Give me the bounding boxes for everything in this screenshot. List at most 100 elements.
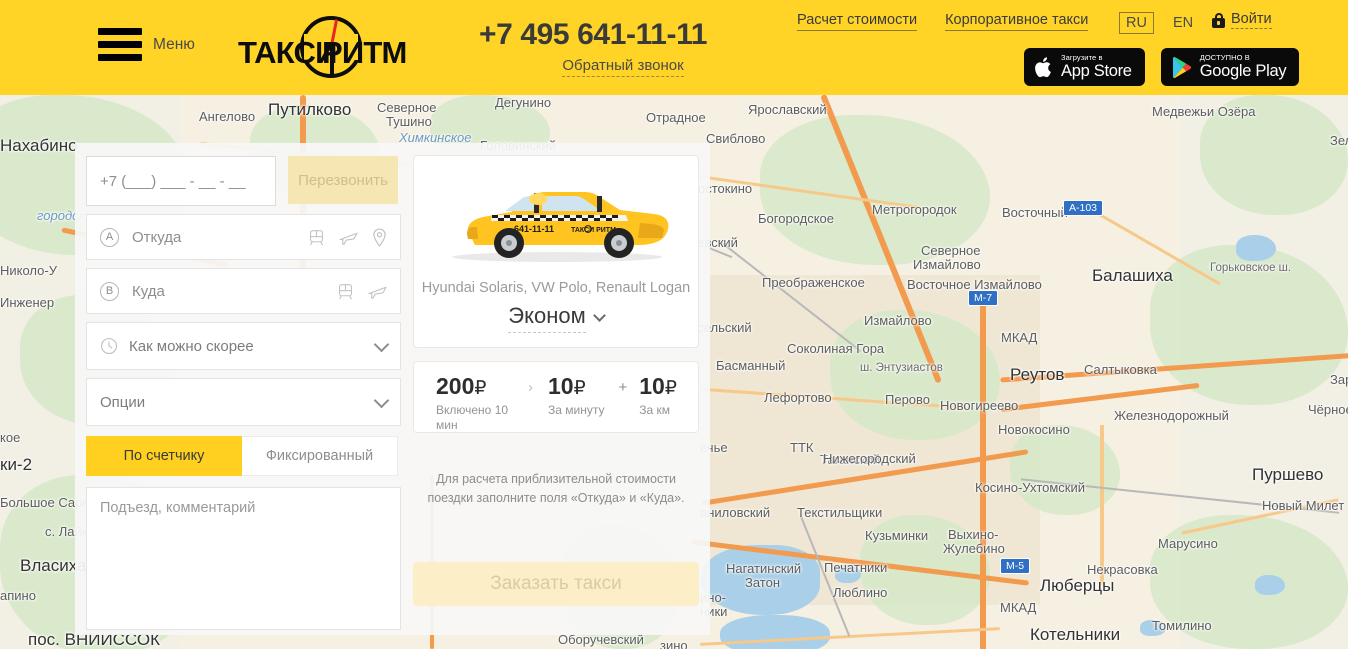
google-play-small-label: ДОСТУПНО В [1199, 53, 1250, 63]
map-label: A-103 [1063, 200, 1104, 216]
price-sep-1: › [528, 379, 533, 396]
car-class-selector[interactable]: Эконом [414, 303, 698, 333]
map-label: Ярославский [748, 102, 827, 117]
map-water-lake-2 [1255, 575, 1285, 595]
login-button[interactable]: Войти [1212, 11, 1272, 29]
options-select-value: Опции [100, 393, 146, 411]
app-store-badges: Загрузите в App Store ДОСТУПНО В Google … [1024, 48, 1300, 86]
app-store-large-label: App Store [1061, 62, 1132, 81]
from-placeholder: Откуда [132, 228, 182, 246]
time-select-value: Как можно скорее [129, 337, 254, 355]
map-label: Николо-У [0, 263, 57, 278]
map-label: ки-2 [0, 455, 33, 474]
car-info-column: 641-11-11 ТАКСИ РИТМ Hyundai Solaris, VW… [413, 155, 699, 606]
lang-ru[interactable]: RU [1119, 12, 1154, 34]
map-label: Преображенское [762, 275, 865, 290]
map-label: Кузьминки [865, 528, 929, 543]
phone-callback-row: +7 (___) ___ - __ - __ Перезвонить [86, 156, 401, 206]
price-calc-link[interactable]: Расчет стоимости [797, 12, 918, 31]
language-switcher: RU EN [1119, 12, 1199, 34]
map-label: ш. Энтузиастов [860, 362, 943, 374]
phone-input[interactable]: +7 (___) ___ - __ - __ [86, 156, 276, 206]
price-item-minute: 10₽ За минуту [548, 375, 604, 418]
map-water-lake-1 [1236, 235, 1276, 261]
header-phone[interactable]: +7 495 641-11-11 [473, 18, 713, 52]
car-models: Hyundai Solaris, VW Polo, Renault Logan [421, 280, 691, 296]
map-label: Медвежьи Озёра [1152, 104, 1256, 119]
map-label: Свиблово [706, 131, 766, 146]
hamburger-icon [98, 28, 142, 61]
order-taxi-button[interactable]: Заказать такси [413, 561, 699, 606]
map-label: зино [660, 638, 688, 649]
map-label: Новогиреево [940, 398, 1019, 413]
price-base-label: Включено 10 мин [436, 403, 509, 432]
car-card: 641-11-11 ТАКСИ РИТМ Hyundai Solaris, VW… [413, 155, 699, 348]
chevron-down-icon [373, 392, 390, 408]
map-label: Новый Милет [1262, 498, 1345, 513]
map-label: Нагатинский [726, 561, 802, 576]
map-label: Балашиха [1092, 266, 1173, 285]
lang-en[interactable]: EN [1167, 13, 1199, 33]
options-select[interactable]: Опции [86, 378, 401, 426]
plane-icon[interactable] [368, 283, 387, 300]
to-placeholder: Куда [132, 282, 165, 300]
order-panel: +7 (___) ___ - __ - __ Перезвонить A Отк… [75, 143, 710, 635]
header-links: Расчет стоимости Корпоративное такси [797, 12, 1089, 31]
map-label: Зар [1330, 372, 1348, 387]
google-play-large-label: Google Play [1199, 62, 1287, 81]
logo[interactable]: ТАКСИ РИТМ [238, 16, 418, 78]
callback-link[interactable]: Обратный звонок [562, 57, 684, 77]
google-play-button[interactable]: ДОСТУПНО В Google Play [1160, 48, 1300, 86]
tariff-tabs: По счетчику Фиксированный [86, 436, 401, 476]
price-item-base: 200₽ Включено 10 мин [436, 375, 514, 433]
map-label: Чёрное [1308, 402, 1348, 417]
calc-hint: Для расчета приблизительной стоимости по… [427, 472, 685, 506]
map-road-6 [1100, 425, 1104, 585]
app-store-button[interactable]: Загрузите в App Store [1024, 48, 1145, 86]
tab-by-meter[interactable]: По счетчику [86, 436, 242, 476]
to-field[interactable]: B Куда [86, 268, 401, 314]
to-icons [337, 283, 387, 300]
map-label: Нахабино [0, 136, 78, 155]
apple-icon [1035, 56, 1051, 77]
map-label: Котельники [1030, 625, 1121, 644]
map-label: Измайлово [864, 313, 932, 328]
map-label: апино [0, 588, 36, 603]
taxi-sedan-icon: 641-11-11 ТАКСИ РИТМ [452, 192, 669, 262]
recall-button[interactable]: Перезвонить [288, 156, 398, 204]
from-field[interactable]: A Откуда [86, 214, 401, 260]
phone-input-placeholder: +7 (___) ___ - __ - __ [100, 172, 246, 190]
map-label: Зел [1330, 133, 1348, 148]
corporate-taxi-link[interactable]: Корпоративное такси [945, 12, 1089, 31]
comment-textarea[interactable]: Подъезд, комментарий [86, 487, 401, 630]
map-label: Измайлово [913, 257, 981, 272]
menu-button[interactable]: Меню [98, 28, 195, 61]
tab-fixed[interactable]: Фиксированный [242, 436, 398, 476]
clock-icon [100, 337, 118, 355]
map-label: Горьковское ш. [1210, 262, 1292, 274]
train-icon[interactable] [337, 283, 354, 300]
map-label: М-7 [968, 290, 999, 306]
comment-placeholder: Подъезд, комментарий [100, 500, 256, 516]
app-store-small-label: Загрузите в [1061, 53, 1103, 63]
time-select[interactable]: Как можно скорее [86, 322, 401, 370]
to-badge: B [100, 281, 119, 301]
map-pin-icon[interactable] [372, 227, 387, 247]
plane-icon[interactable] [339, 229, 358, 246]
map-highway-mkad-e [980, 295, 986, 649]
price-base-value: 200₽ [436, 373, 487, 399]
map-label: Реутов [1010, 365, 1065, 384]
map-label: Отрадное [646, 110, 706, 125]
map-label: Басманный [716, 358, 786, 373]
map-label: Пуршево [1252, 465, 1324, 484]
train-icon[interactable] [308, 229, 325, 246]
map-label: кое [0, 430, 21, 445]
map-label: Путилково [268, 100, 352, 119]
map-label: Соколиная Гора [787, 341, 885, 356]
price-item-km: 10₽ За км [639, 375, 677, 418]
map-label: Лефортово [764, 390, 832, 405]
map-label: Перово [885, 392, 931, 407]
map-label: Томилино [1152, 618, 1212, 633]
map-label: Жулебино [943, 541, 1005, 556]
price-km-label: За км [639, 403, 670, 417]
